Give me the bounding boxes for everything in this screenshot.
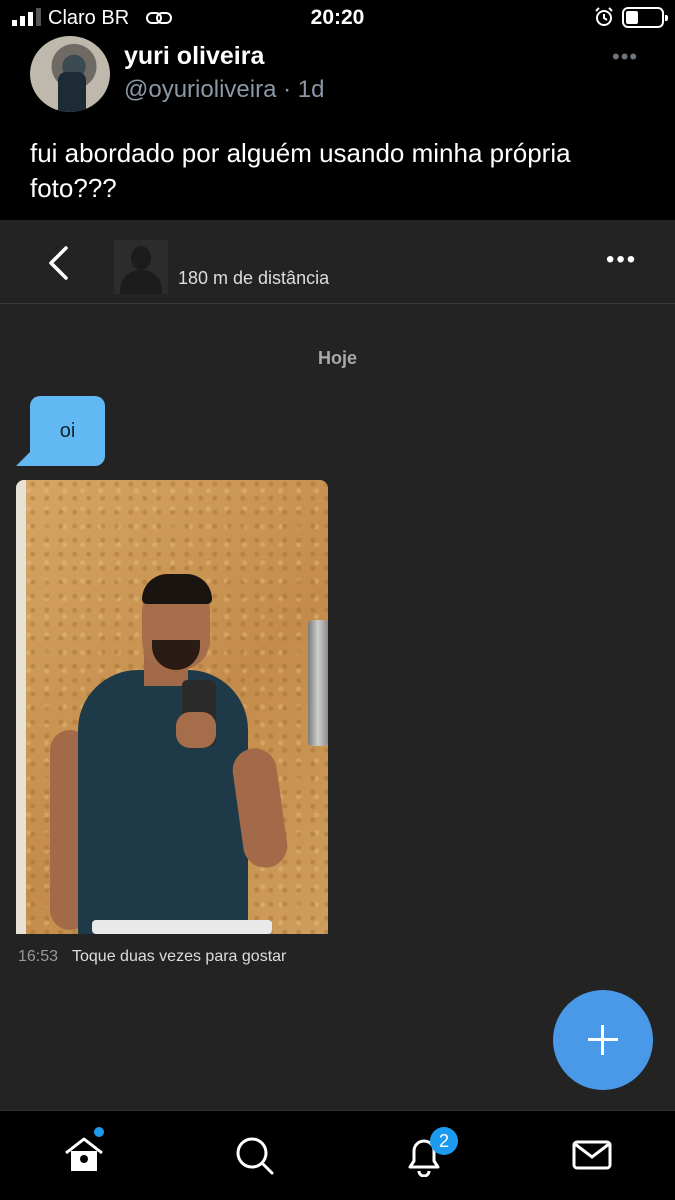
date-separator: Hoje xyxy=(317,348,357,368)
nav-search[interactable] xyxy=(232,1133,276,1177)
nav-home[interactable] xyxy=(62,1127,106,1177)
home-notification-dot xyxy=(94,1127,104,1137)
tweet: yuri oliveira @oyurioliveira · 1d ••• fu… xyxy=(0,36,675,220)
battery-icon xyxy=(622,7,668,28)
chat-more-button[interactable]: ••• xyxy=(606,246,637,274)
contact-distance: 180 m de distância xyxy=(178,268,330,288)
chat-screenshot: 180 m de distância ••• Hoje oi 16:53 Toq… xyxy=(0,220,675,1110)
avatar-figure xyxy=(58,72,86,112)
clock: 20:20 xyxy=(310,6,365,29)
silhouette-head xyxy=(131,246,151,270)
compose-button[interactable] xyxy=(553,990,653,1090)
photo-person-hair xyxy=(142,574,212,604)
message-time: 16:53 xyxy=(18,948,59,965)
photo-wall-edge xyxy=(16,480,26,934)
bubble-tail xyxy=(16,448,34,466)
photo-person-torso xyxy=(78,670,248,934)
tweet-more-button[interactable]: ••• xyxy=(612,44,638,70)
status-bar: Claro BR 20:20 xyxy=(0,0,675,36)
silhouette-torso xyxy=(120,270,162,294)
tweet-text: fui abordado por alguém usando minha pró… xyxy=(30,138,571,203)
home-icon xyxy=(65,1137,103,1171)
author-name[interactable]: yuri oliveira xyxy=(124,42,264,71)
alarm-icon xyxy=(595,7,613,26)
plus-icon xyxy=(601,1025,604,1055)
chevron-left-icon[interactable] xyxy=(46,246,72,280)
photo-sink xyxy=(92,920,272,934)
notification-badge: 2 xyxy=(430,1127,458,1155)
avatar[interactable] xyxy=(30,36,110,112)
chat-contact-avatar[interactable] xyxy=(114,240,168,294)
meta-separator: · xyxy=(276,76,298,103)
bottom-nav: 2 xyxy=(0,1110,675,1200)
photo-person-hand xyxy=(176,712,216,748)
nav-notifications[interactable]: 2 xyxy=(402,1127,458,1178)
search-icon xyxy=(236,1137,274,1175)
tweet-age: 1d xyxy=(297,76,325,103)
nav-messages[interactable] xyxy=(570,1133,614,1177)
author-handle-line: @oyurioliveira · 1d xyxy=(124,76,324,104)
message-text: oi xyxy=(59,420,76,442)
chat-header: 180 m de distância ••• xyxy=(0,220,675,304)
mail-icon xyxy=(572,1140,612,1170)
message-like-hint: Toque duas vezes para gostar xyxy=(72,948,287,965)
message-bubble[interactable]: oi xyxy=(30,396,105,466)
photo-dispenser xyxy=(308,620,328,746)
message-photo[interactable] xyxy=(16,480,328,934)
author-handle[interactable]: @oyurioliveira xyxy=(124,76,276,103)
